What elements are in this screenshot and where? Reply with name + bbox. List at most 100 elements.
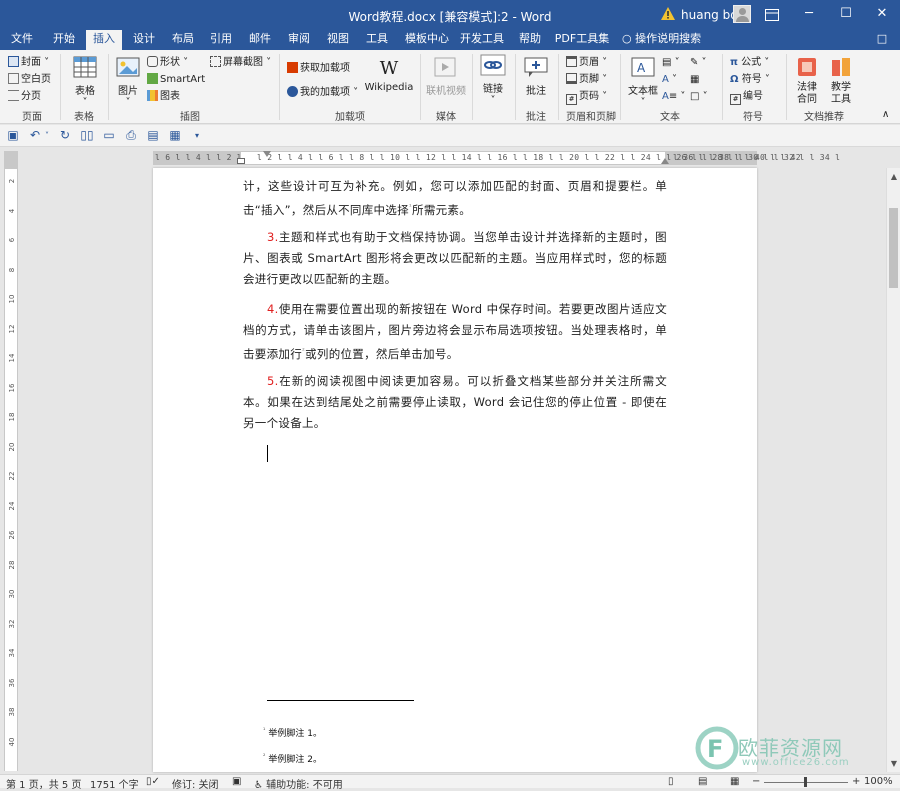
- ruler-left-numbers: l 6 l l 4 l l 2 l: [155, 153, 242, 162]
- footer-button[interactable]: 页脚 ˅: [566, 73, 607, 86]
- avatar[interactable]: [733, 5, 751, 23]
- header-button[interactable]: 页眉 ˅: [566, 56, 607, 69]
- comments-pane-icon[interactable]: □: [872, 30, 892, 50]
- ribbon: 封面 ˅ 空白页 分页 页面 表格 ˅ 表格 图片 ˅ 形状 ˅ SmartArt …: [0, 50, 900, 124]
- legal-contract-button[interactable]: 法律 合同: [790, 82, 824, 106]
- cover-page-button[interactable]: 封面 ˅: [8, 56, 49, 69]
- ruler-number: 30: [8, 589, 16, 599]
- quick-parts-icon[interactable]: ▤ ˅: [662, 56, 680, 69]
- page-number-button[interactable]: # 页码 ˅: [566, 90, 607, 105]
- tab-mailings[interactable]: 邮件: [242, 30, 278, 50]
- tab-developer[interactable]: 开发工具: [458, 30, 506, 50]
- drop-cap-icon[interactable]: A≡ ˅: [662, 90, 685, 103]
- pictures-button[interactable]: 图片 ˅: [110, 82, 146, 108]
- user-name[interactable]: huang bo: [681, 8, 738, 22]
- track-changes-status[interactable]: 修订: 关闭: [172, 776, 219, 791]
- tab-references[interactable]: 引用: [203, 30, 239, 50]
- zoom-level[interactable]: 100%: [864, 776, 893, 787]
- tab-pdf-tools[interactable]: PDF工具集: [554, 30, 610, 50]
- symbol-button[interactable]: Ω 符号 ˅: [730, 73, 770, 86]
- signature-line-icon[interactable]: ✎ ˅: [690, 56, 707, 69]
- textbox-icon: A: [631, 57, 655, 77]
- textbox-button[interactable]: 文本框 ˅: [624, 82, 662, 108]
- minimize-button[interactable]: ─: [791, 0, 827, 30]
- chart-button[interactable]: 图表: [147, 90, 180, 103]
- blank-page-button[interactable]: 空白页: [8, 73, 51, 86]
- undo-dropdown-icon[interactable]: ˅: [40, 129, 54, 142]
- accessibility-status[interactable]: ♿ 辅助功能: 不可用: [254, 776, 343, 791]
- tab-file[interactable]: 文件: [4, 30, 40, 50]
- tab-view[interactable]: 视图: [320, 30, 356, 50]
- format-painter-icon[interactable]: ▦: [168, 129, 182, 142]
- comment-button[interactable]: 批注: [518, 82, 554, 97]
- shapes-button[interactable]: 形状 ˅: [147, 56, 188, 69]
- zoom-out-icon[interactable]: −: [752, 776, 760, 787]
- customize-qat-icon[interactable]: ▾: [190, 129, 204, 142]
- wikipedia-button[interactable]: Wikipedia: [362, 82, 416, 93]
- list-number: 3.: [267, 230, 279, 244]
- ruler-number: 16: [8, 383, 16, 392]
- restore-button[interactable]: ☐: [828, 0, 864, 30]
- wikipedia-icon: W: [379, 58, 399, 79]
- proofing-icon[interactable]: ▯✓: [146, 776, 160, 787]
- get-addins-button[interactable]: 获取加载项: [287, 62, 350, 75]
- macro-icon[interactable]: ▣: [232, 776, 241, 787]
- view-icon[interactable]: ▯▯: [80, 129, 94, 142]
- ruler-number: 4: [8, 208, 16, 213]
- layout-icon[interactable]: ▭: [102, 129, 116, 142]
- close-button[interactable]: ✕: [864, 0, 900, 30]
- print-preview-icon[interactable]: ⎙: [124, 129, 138, 142]
- store-icon: [287, 62, 298, 73]
- tab-design[interactable]: 设计: [126, 30, 162, 50]
- tab-home[interactable]: 开始: [46, 30, 82, 50]
- table-button[interactable]: 表格 ˅: [66, 82, 104, 108]
- collapse-ribbon-icon[interactable]: ∧: [882, 108, 889, 121]
- vertical-ruler[interactable]: 2 4 6 8 10 12 14 16 18 20 22 24 26 28 30 32 34 36 38 40: [4, 151, 18, 771]
- online-video-button[interactable]: 联机视频: [424, 82, 468, 97]
- tab-layout[interactable]: 布局: [165, 30, 201, 50]
- list-number: 5.: [267, 374, 279, 388]
- web-layout-icon[interactable]: ▦: [730, 776, 739, 787]
- object-icon[interactable]: □ ˅: [690, 90, 708, 103]
- tab-help[interactable]: 帮助: [512, 30, 548, 50]
- paragraph: 3.主题和样式也有助于文档保持协调。当您单击设计并选择新的主题时，图片、图表或 …: [243, 230, 667, 286]
- first-line-indent-marker[interactable]: [263, 151, 271, 157]
- group-label-docs: 文档推荐: [804, 112, 844, 123]
- tab-tools[interactable]: 工具: [359, 30, 395, 50]
- page-count[interactable]: 第 1 页，共 5 页: [6, 776, 81, 791]
- screenshot-button[interactable]: 屏幕截图 ˅: [210, 56, 271, 69]
- left-indent-marker[interactable]: [237, 158, 245, 164]
- date-time-icon[interactable]: ▦: [690, 73, 699, 86]
- vertical-scrollbar[interactable]: ▲ ▼: [886, 168, 900, 772]
- tell-me-search[interactable]: ○ 操作说明搜索: [622, 30, 712, 50]
- word-count[interactable]: 1751 个字: [90, 776, 139, 791]
- zoom-in-icon[interactable]: +: [852, 776, 860, 787]
- tab-template-center[interactable]: 模板中心: [400, 30, 454, 50]
- my-addins-button[interactable]: 我的加载项 ˅: [287, 86, 358, 99]
- scrollbar-thumb[interactable]: [889, 208, 898, 288]
- page-break-button[interactable]: 分页: [8, 90, 41, 103]
- zoom-slider-thumb[interactable]: [804, 777, 807, 787]
- wordart-icon[interactable]: A ˅: [662, 73, 677, 86]
- print-layout-icon[interactable]: ▤: [698, 776, 707, 787]
- right-indent-marker[interactable]: [661, 158, 669, 164]
- save-icon[interactable]: ▣: [6, 129, 20, 142]
- teaching-tools-button[interactable]: 教学 工具: [824, 82, 858, 106]
- document-page[interactable]: 计，这些设计可互为补充。例如，您可以添加匹配的封面、页眉和提要栏。单击“插入”，…: [153, 168, 757, 772]
- link-button[interactable]: 链接 ˅: [476, 80, 510, 106]
- ribbon-display-icon[interactable]: [754, 0, 790, 30]
- equation-button[interactable]: π 公式 ˅: [730, 56, 769, 69]
- numbering-button[interactable]: # 编号: [730, 90, 763, 105]
- clipboard-icon[interactable]: ▤: [146, 129, 160, 142]
- read-mode-icon[interactable]: ▯: [668, 776, 674, 787]
- warning-icon[interactable]: [661, 7, 675, 20]
- scroll-up-icon[interactable]: ▲: [888, 171, 900, 183]
- ruler-number: 24: [8, 501, 16, 510]
- tab-insert[interactable]: 插入: [86, 30, 122, 50]
- smartart-button[interactable]: SmartArt: [147, 73, 205, 86]
- horizontal-ruler[interactable]: l 6 l l 4 l l 2 l l 2 l l 4 l l 6 l l 8 …: [153, 151, 840, 165]
- paragraph: 计，这些设计可互为补充。例如，您可以添加匹配的封面、页眉和提要栏。单击“插入”，…: [243, 179, 667, 217]
- redo-icon[interactable]: ↻: [58, 129, 72, 142]
- page-number-icon: #: [566, 94, 577, 105]
- tab-review[interactable]: 审阅: [281, 30, 317, 50]
